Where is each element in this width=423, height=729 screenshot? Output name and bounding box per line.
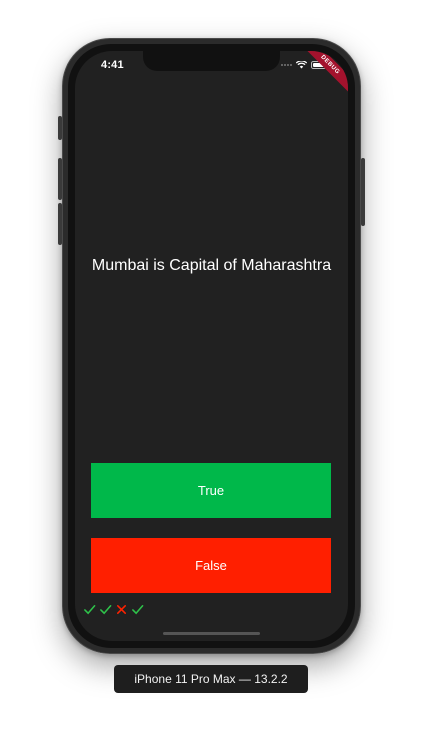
false-button[interactable]: False bbox=[91, 538, 331, 593]
device-label: iPhone 11 Pro Max — 13.2.2 bbox=[114, 665, 308, 693]
check-icon bbox=[84, 604, 96, 615]
signal-icon bbox=[281, 64, 292, 66]
question-text: Mumbai is Capital of Maharashtra bbox=[91, 257, 332, 274]
volume-down-button bbox=[58, 203, 62, 245]
true-button[interactable]: True bbox=[91, 463, 331, 518]
mute-switch bbox=[58, 116, 62, 140]
simulator-stage: 4:41 DEBUG Mumbai is Capital of Maharash… bbox=[0, 0, 423, 729]
status-time: 4:41 bbox=[101, 59, 124, 71]
power-button bbox=[361, 158, 365, 226]
score-keeper bbox=[83, 603, 144, 616]
app-screen: 4:41 DEBUG Mumbai is Capital of Maharash… bbox=[75, 51, 348, 641]
home-indicator[interactable] bbox=[163, 632, 260, 635]
check-icon bbox=[100, 604, 112, 615]
notch bbox=[143, 51, 280, 71]
volume-up-button bbox=[58, 158, 62, 200]
close-icon bbox=[116, 604, 127, 615]
wifi-icon bbox=[296, 61, 307, 69]
check-icon bbox=[132, 604, 144, 615]
